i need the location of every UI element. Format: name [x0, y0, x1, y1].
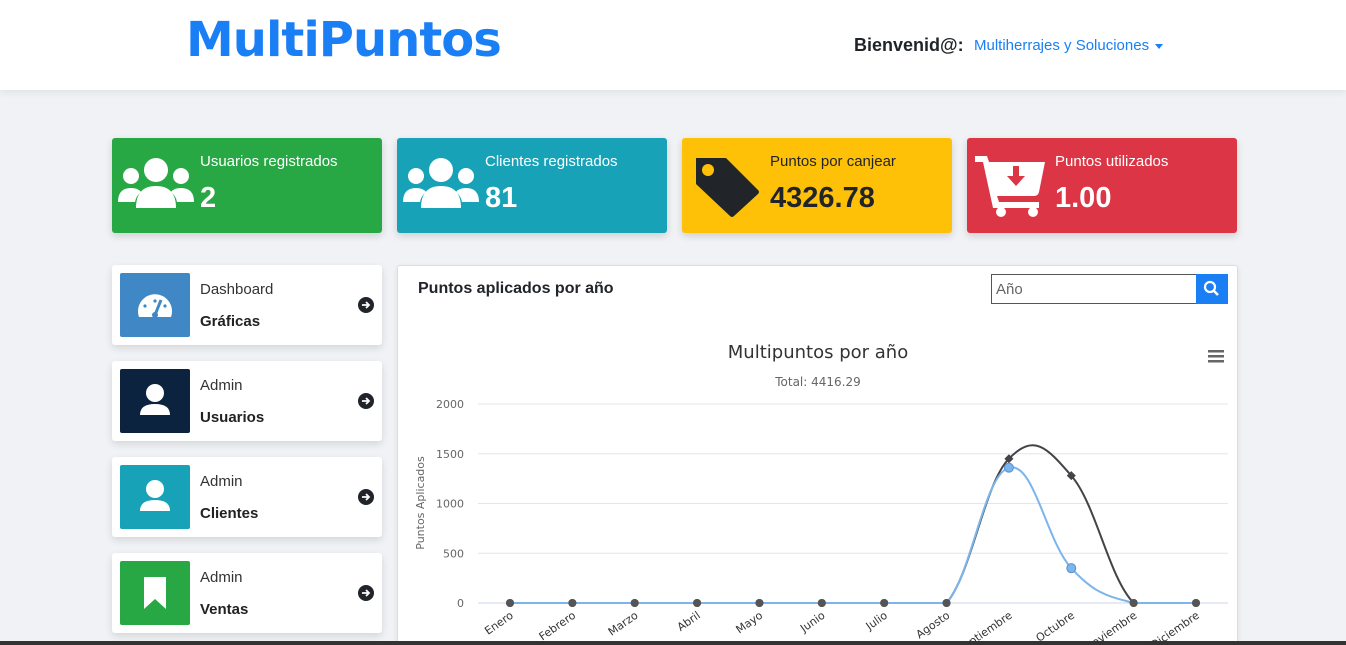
nav-card-usuarios[interactable]: Admin Usuarios [112, 361, 382, 441]
user-name: Multiherrajes y Soluciones [974, 37, 1150, 54]
x-tick-label: Noviembre [1083, 609, 1140, 645]
x-tick-label: Mayo [734, 609, 766, 637]
data-point [506, 599, 514, 607]
x-tick-label: Septiembre [955, 609, 1015, 645]
x-tick-label: Febrero [537, 609, 579, 644]
data-point [880, 599, 889, 607]
x-tick-label: Junio [797, 609, 828, 636]
stat-label: Clientes registrados [485, 153, 618, 170]
stat-card-puntos-utilizados: Puntos utilizados 1.00 [967, 138, 1237, 233]
arrow-circle-right-icon[interactable] [358, 489, 374, 505]
x-tick-label: Julio [863, 609, 890, 634]
x-tick-label: Octubre [1033, 609, 1077, 645]
speedometer-icon [138, 294, 172, 318]
data-point [1192, 599, 1200, 607]
stat-card-puntos-canjear: Puntos por canjear 4326.78 [682, 138, 952, 233]
x-tick-label: Enero [482, 609, 516, 638]
series-line [509, 466, 1196, 604]
hamburger-menu-icon[interactable] [1208, 350, 1224, 363]
nav-card-dashboard[interactable]: Dashboard Gráficas [112, 265, 382, 345]
x-tick-label: Marzo [606, 609, 641, 639]
line-chart: Multipuntos por año Total: 4416.29 Punto… [414, 342, 1228, 645]
nav-small-label: Admin [200, 377, 243, 394]
data-point [1129, 599, 1138, 607]
chart-subtitle: Total: 4416.29 [774, 375, 861, 389]
arrow-circle-right-icon[interactable] [358, 297, 374, 313]
caret-down-icon [1155, 43, 1164, 49]
stat-card-clientes: Clientes registrados 81 [397, 138, 667, 233]
welcome-label: Bienvenid@: [854, 35, 964, 55]
user-icon [140, 480, 170, 511]
x-tick-label: Agosto [914, 609, 953, 642]
stat-value: 1.00 [1055, 182, 1112, 214]
y-tick-label: 1500 [436, 448, 464, 461]
y-tick-label: 500 [443, 547, 464, 560]
y-tick-label: 1000 [436, 498, 464, 511]
data-point [630, 599, 639, 607]
nav-big-label: Clientes [200, 505, 259, 522]
nav-icon-box [120, 369, 190, 433]
nav-card-ventas[interactable]: Admin Ventas [112, 553, 382, 633]
nav-card-clientes[interactable]: Admin Clientes [112, 457, 382, 537]
y-tick-label: 0 [457, 597, 464, 610]
nav-small-label: Admin [200, 473, 243, 490]
chart-panel: Puntos aplicados por año Multipuntos por… [397, 265, 1238, 645]
data-point [817, 599, 826, 607]
arrow-circle-right-icon[interactable] [358, 393, 374, 409]
brand-logo[interactable]: MultiPuntos [186, 12, 502, 68]
nav-icon-box [120, 465, 190, 529]
nav-icon-box [120, 561, 190, 625]
y-tick-label: 2000 [436, 398, 464, 411]
nav-icon-box [120, 273, 190, 337]
stat-label: Usuarios registrados [200, 153, 338, 170]
bookmark-icon [144, 577, 166, 609]
data-point [693, 599, 702, 607]
x-tick-label: Abril [675, 609, 703, 634]
user-dropdown[interactable]: Multiherrajes y Soluciones [974, 37, 1164, 54]
series-line [509, 444, 1196, 604]
data-point [568, 599, 577, 607]
user-icon [140, 384, 170, 415]
stat-value: 81 [485, 182, 518, 214]
nav-small-label: Dashboard [200, 281, 274, 298]
data-point [1003, 462, 1014, 473]
nav-big-label: Gráficas [200, 313, 261, 330]
bottom-strip [0, 641, 1346, 645]
users-icon [403, 158, 479, 208]
chart-title: Multipuntos por año [728, 342, 908, 363]
stat-value: 2 [200, 182, 217, 214]
nav-big-label: Usuarios [200, 409, 265, 426]
data-point [755, 599, 764, 607]
nav-big-label: Ventas [200, 601, 249, 618]
tag-icon [696, 158, 759, 217]
stat-label: Puntos por canjear [770, 153, 896, 170]
data-point [1066, 563, 1077, 574]
y-axis-label: Puntos Aplicados [414, 456, 427, 550]
x-tick-label: Diciembre [1148, 609, 1202, 645]
users-icon [118, 158, 194, 208]
stat-value: 4326.78 [770, 182, 875, 214]
nav-small-label: Admin [200, 569, 243, 586]
cart-download-icon [975, 156, 1045, 217]
arrow-circle-right-icon[interactable] [358, 585, 374, 601]
top-navbar: MultiPuntos Bienvenid@: Multiherrajes y … [0, 0, 1346, 90]
stat-label: Puntos utilizados [1055, 153, 1169, 170]
stat-card-usuarios: Usuarios registrados 2 [112, 138, 382, 233]
data-point [942, 599, 951, 607]
